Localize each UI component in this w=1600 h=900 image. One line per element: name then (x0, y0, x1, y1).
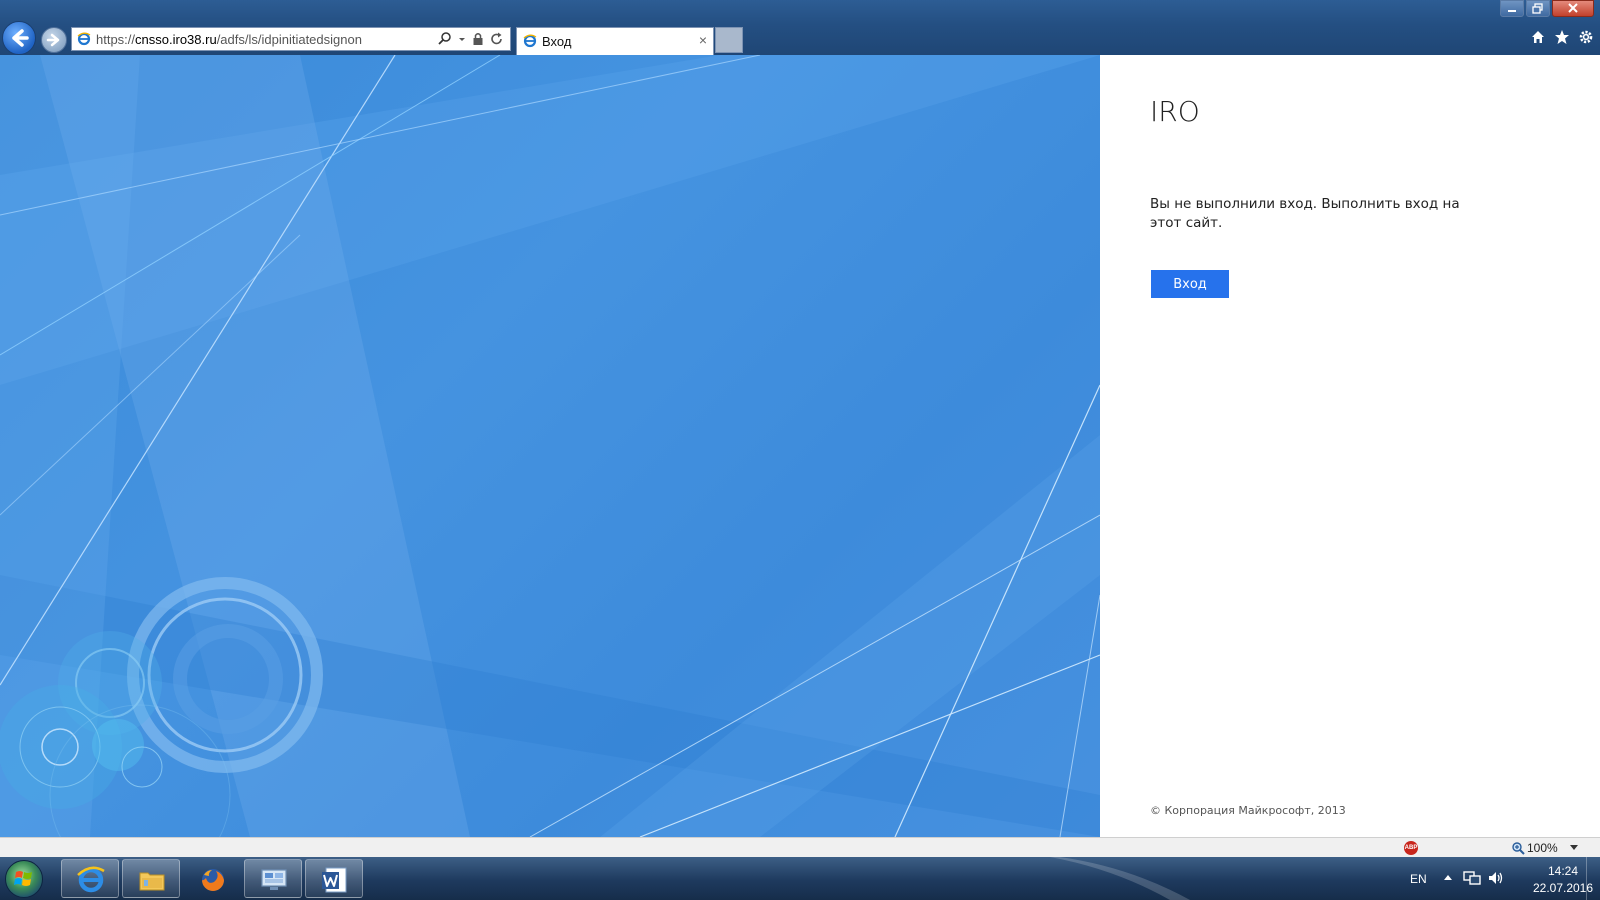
minimize-icon (1508, 10, 1516, 12)
tab-signin[interactable]: Вход × (516, 27, 714, 55)
tab-title: Вход (542, 34, 572, 49)
start-button[interactable] (5, 860, 43, 898)
taskbar-ie[interactable] (61, 859, 119, 898)
zoom-dropdown-icon[interactable] (1569, 844, 1579, 852)
zoom-icon[interactable] (1511, 841, 1525, 855)
restore-button[interactable] (1526, 0, 1550, 17)
remote-desktop-icon (261, 869, 287, 890)
zoom-level[interactable]: 100% (1527, 841, 1558, 855)
new-tab-button[interactable] (715, 27, 743, 53)
url-path: /adfs/ls/idpinitiatedsignon (216, 32, 362, 47)
sign-in-panel: IRO Вы не выполнили вход. Выполнить вход… (1100, 55, 1600, 837)
url-scheme: https:// (96, 32, 136, 47)
lock-icon[interactable] (472, 30, 484, 48)
address-tools (438, 30, 504, 48)
address-url[interactable]: https://cnsso.iro38.ru/adfs/ls/idpinitia… (96, 32, 362, 47)
forward-button[interactable] (41, 27, 67, 53)
show-hidden-icons-icon[interactable] (1443, 871, 1453, 885)
tab-close-button[interactable]: × (699, 32, 707, 48)
copyright-text: © Корпорация Майкрософт, 2013 (1150, 804, 1346, 817)
url-host: cnsso.iro38.ru (135, 32, 217, 47)
window-controls (1500, 0, 1594, 18)
network-icon[interactable] (1463, 870, 1481, 886)
favorites-star-icon[interactable] (1554, 29, 1570, 45)
clock-time[interactable]: 14:24 (1533, 864, 1593, 878)
back-button[interactable] (2, 21, 36, 55)
language-indicator[interactable]: EN (1410, 872, 1427, 886)
adblock-icon[interactable]: ABP (1404, 841, 1418, 855)
taskbar-glow (1050, 857, 1190, 900)
show-desktop-button[interactable] (1586, 857, 1600, 900)
taskbar-explorer[interactable] (122, 859, 180, 898)
gear-icon[interactable] (1578, 29, 1594, 45)
home-icon[interactable] (1530, 29, 1546, 45)
address-bar[interactable]: https://cnsso.iro38.ru/adfs/ls/idpinitia… (71, 27, 511, 51)
ie-page-icon (77, 32, 91, 46)
browser-toolbar-icons (1530, 29, 1594, 45)
internet-explorer-icon (77, 866, 105, 893)
hero-illustration (0, 55, 1100, 837)
taskbar-firefox[interactable] (183, 859, 241, 898)
page-content: IRO Вы не выполнили вход. Выполнить вход… (0, 55, 1600, 837)
firefox-icon (202, 869, 224, 891)
arrow-left-icon (12, 29, 29, 47)
chevron-down-icon[interactable] (458, 30, 466, 48)
taskbar-word[interactable] (305, 859, 363, 898)
file-explorer-icon (139, 872, 165, 891)
minimize-button[interactable] (1500, 0, 1524, 17)
taskbar: EN 14:24 22.07.2016 (0, 857, 1600, 900)
organization-name: IRO (1150, 95, 1200, 128)
word-icon (322, 867, 347, 893)
close-icon (1568, 3, 1578, 13)
arrow-right-icon (46, 33, 60, 47)
background-graphic (0, 55, 1100, 837)
close-window-button[interactable] (1552, 0, 1594, 17)
windows-logo-icon (14, 871, 32, 886)
taskbar-remote-desktop[interactable] (244, 859, 302, 898)
sign-in-status-message: Вы не выполнили вход. Выполнить вход на … (1150, 196, 1460, 231)
sign-in-button[interactable]: Вход (1151, 270, 1229, 298)
volume-icon[interactable] (1487, 870, 1505, 886)
ie-tab-icon (523, 34, 537, 48)
refresh-icon[interactable] (490, 30, 504, 48)
restore-icon (1532, 3, 1543, 14)
search-icon[interactable] (438, 30, 452, 48)
browser-chrome: https://cnsso.iro38.ru/adfs/ls/idpinitia… (0, 0, 1600, 55)
browser-status-bar: ABP 100% (0, 837, 1600, 857)
